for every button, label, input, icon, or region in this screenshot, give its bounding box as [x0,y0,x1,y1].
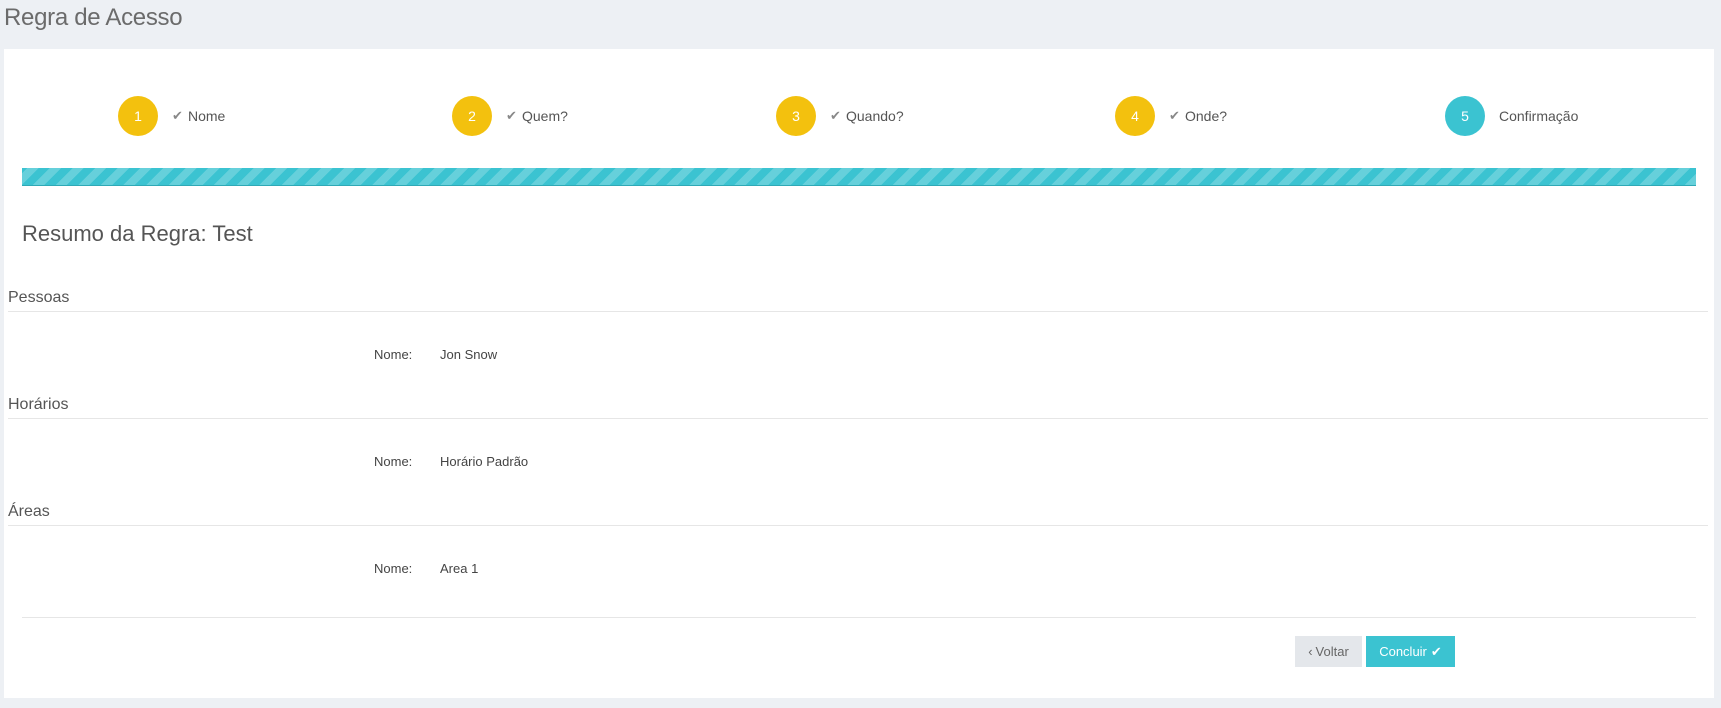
field-label: Nome: [374,347,413,362]
wizard-step-confirmation[interactable]: 5 Confirmação [1445,96,1578,136]
step-label: Quando? [846,108,904,124]
step-number-badge: 5 [1445,96,1485,136]
field-label: Nome: [374,454,413,469]
check-icon: ✔ [1430,643,1442,659]
wizard-panel: 1 ✔ Nome 2 ✔ Quem? 3 ✔ Quando? 4 ✔ Onde?… [4,49,1714,698]
field-label: Nome: [374,561,413,576]
step-label: Quem? [522,108,568,124]
back-button[interactable]: ‹ Voltar [1295,636,1362,667]
wizard-step-who[interactable]: 2 ✔ Quem? [452,96,568,136]
wizard-step-when[interactable]: 3 ✔ Quando? [776,96,904,136]
back-button-label: Voltar [1315,644,1349,659]
step-label: Confirmação [1499,108,1579,124]
check-icon: ✔ [830,108,841,123]
wizard-progress-bar [22,168,1696,186]
check-icon: ✔ [506,108,517,123]
footer-divider [22,617,1696,618]
finish-button[interactable]: Concluir ✔ [1366,636,1455,667]
field-value: Horário Padrão [440,454,529,469]
step-number-badge: 1 [118,96,158,136]
step-number-badge: 3 [776,96,816,136]
check-icon: ✔ [172,108,183,123]
step-number-badge: 2 [452,96,492,136]
check-icon: ✔ [1169,108,1180,123]
field-value: Area 1 [440,561,479,576]
step-label: Onde? [1185,108,1228,124]
section-heading-areas: Áreas [8,503,1708,526]
wizard-steps: 1 ✔ Nome 2 ✔ Quem? 3 ✔ Quando? 4 ✔ Onde?… [4,49,1714,179]
chevron-left-icon: ‹ [1308,644,1313,659]
finish-button-label: Concluir [1379,644,1427,659]
wizard-step-name[interactable]: 1 ✔ Nome [118,96,225,136]
field-value: Jon Snow [440,347,498,362]
summary-title: Resumo da Regra: Test [22,221,253,246]
page-title: Regra de Acesso [4,4,183,31]
section-heading-schedules: Horários [8,396,1708,419]
step-number-badge: 4 [1115,96,1155,136]
section-heading-people: Pessoas [8,289,1708,312]
wizard-step-where[interactable]: 4 ✔ Onde? [1115,96,1227,136]
step-label: Nome [188,108,226,124]
